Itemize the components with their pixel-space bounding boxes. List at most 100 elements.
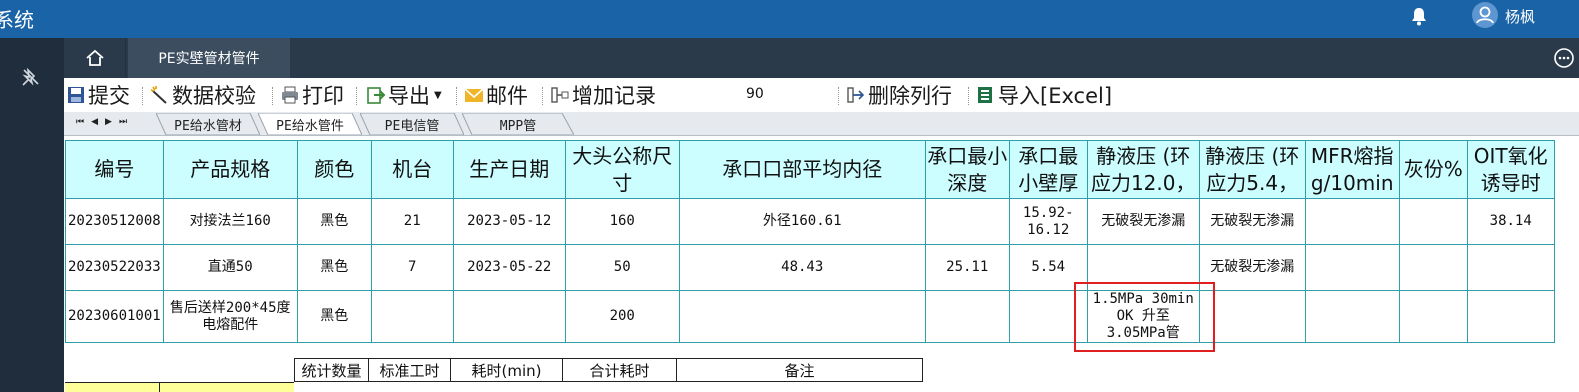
header-cell[interactable]: 承口最小壁厚 bbox=[1008, 140, 1088, 199]
table-cell[interactable]: 无破裂无渗漏 bbox=[1086, 198, 1200, 245]
sheet-nav-buttons[interactable]: ⏮◀▶⏭ bbox=[76, 117, 134, 127]
username[interactable]: 杨枫 bbox=[1505, 6, 1535, 27]
table-cell[interactable]: 售后送样200*45度电熔配件 bbox=[162, 290, 298, 343]
sheet-tab-2[interactable]: PE电信管 bbox=[360, 113, 464, 135]
table-cell[interactable]: 黑色 bbox=[296, 198, 372, 245]
add-row-icon bbox=[551, 87, 569, 103]
toolbar-divider bbox=[272, 87, 273, 105]
table-cell[interactable]: 200 bbox=[564, 290, 680, 343]
table-cell[interactable]: 160 bbox=[564, 198, 680, 245]
mail-icon bbox=[464, 88, 484, 102]
header-cell[interactable]: 承口最小深度 bbox=[924, 140, 1010, 199]
toolbar-divider bbox=[542, 87, 543, 105]
sheet-tab-3[interactable]: MPP管 bbox=[462, 113, 574, 135]
toolbar-divider bbox=[456, 87, 457, 105]
header-cell[interactable]: 颜色 bbox=[296, 140, 372, 199]
table-cell[interactable] bbox=[1398, 198, 1468, 245]
header-cell[interactable]: 静液压 (环应力12.0， bbox=[1086, 140, 1200, 199]
more-icon[interactable] bbox=[1552, 46, 1576, 70]
table-cell[interactable] bbox=[452, 290, 566, 343]
table-cell[interactable] bbox=[1398, 290, 1468, 343]
header-cell[interactable]: 静液压 (环应力5.4， bbox=[1198, 140, 1306, 199]
table-cell[interactable]: 38.14 bbox=[1466, 198, 1555, 245]
sidebar bbox=[0, 38, 64, 392]
header-cell[interactable]: 机台 bbox=[370, 140, 454, 199]
print-button[interactable]: 打印 bbox=[280, 82, 344, 108]
unpin-icon[interactable] bbox=[20, 66, 42, 88]
import-label: 导入[Excel] bbox=[998, 84, 1113, 108]
export-label: 导出 bbox=[388, 84, 430, 108]
summary-label-cell[interactable] bbox=[65, 382, 294, 392]
table-cell[interactable]: 25.11 bbox=[924, 244, 1010, 291]
table-cell[interactable]: 2023-05-12 bbox=[452, 198, 566, 245]
summary-header-cell[interactable]: 耗时(min) bbox=[450, 358, 563, 382]
table-cell[interactable] bbox=[924, 198, 1010, 245]
summary-header-cell[interactable]: 标准工时 bbox=[368, 358, 451, 382]
table-cell[interactable] bbox=[678, 290, 926, 343]
table-cell[interactable]: 2023-05-22 bbox=[452, 244, 566, 291]
table-cell[interactable]: 对接法兰160 bbox=[162, 198, 298, 245]
mail-label: 邮件 bbox=[486, 84, 528, 108]
table-cell[interactable]: 无破裂无渗漏 bbox=[1198, 198, 1306, 245]
mail-button[interactable]: 邮件 bbox=[464, 82, 528, 108]
table-cell[interactable] bbox=[1304, 290, 1400, 343]
chevron-down-icon[interactable]: ▼ bbox=[434, 90, 442, 101]
header-row: 编号 产品规格 颜色 机台 生产日期 大头公称尺寸 承口口部平均内径 承口最小深… bbox=[65, 140, 1555, 199]
header-cell[interactable]: 生产日期 bbox=[452, 140, 566, 199]
delete-row-icon bbox=[847, 87, 865, 103]
import-excel-button[interactable]: 导入[Excel] bbox=[976, 82, 1112, 108]
excel-icon bbox=[978, 87, 992, 103]
avatar[interactable] bbox=[1472, 2, 1498, 28]
table-cell[interactable]: 15.92-16.12 bbox=[1008, 198, 1088, 245]
add-record-button[interactable]: 增加记录 bbox=[550, 82, 656, 108]
table-cell[interactable]: 20230601001 bbox=[65, 290, 164, 343]
table-cell[interactable] bbox=[1304, 198, 1400, 245]
table-cell[interactable]: 黑色 bbox=[296, 244, 372, 291]
table-cell[interactable]: 48.43 bbox=[678, 244, 926, 291]
table-cell[interactable] bbox=[924, 290, 1010, 343]
table-cell[interactable]: 黑色 bbox=[296, 290, 372, 343]
header-cell[interactable]: MFR熔指g/10min bbox=[1304, 140, 1400, 199]
table-cell[interactable]: 直通50 bbox=[162, 244, 298, 291]
header-cell[interactable]: 灰份% bbox=[1398, 140, 1468, 199]
submit-button[interactable]: 提交 bbox=[66, 82, 130, 108]
user-icon bbox=[1476, 6, 1494, 24]
validate-button[interactable]: 数据校验 bbox=[150, 82, 256, 108]
table-cell[interactable]: 20230522033 bbox=[65, 244, 164, 291]
tab-home[interactable] bbox=[64, 38, 126, 78]
data-table: 编号 产品规格 颜色 机台 生产日期 大头公称尺寸 承口口部平均内径 承口最小深… bbox=[65, 140, 1555, 343]
validate-label: 数据校验 bbox=[172, 84, 256, 108]
toolbar-divider bbox=[968, 87, 969, 105]
header-cell[interactable]: 大头公称尺寸 bbox=[564, 140, 680, 199]
table-cell[interactable]: 7 bbox=[370, 244, 454, 291]
toolbar-divider bbox=[356, 87, 357, 105]
highlight-box bbox=[1074, 282, 1215, 352]
bell-icon[interactable] bbox=[1410, 6, 1428, 26]
header-cell[interactable]: 产品规格 bbox=[162, 140, 298, 199]
app-title: 系统 bbox=[0, 8, 34, 32]
sheet-tab-0[interactable]: PE给水管材 bbox=[156, 113, 260, 135]
table-cell[interactable] bbox=[370, 290, 454, 343]
header-cell[interactable]: 承口口部平均内径 bbox=[678, 140, 926, 199]
table-cell[interactable]: 20230512008 bbox=[65, 198, 164, 245]
table-cell[interactable] bbox=[1304, 244, 1400, 291]
record-count-value[interactable]: 90 bbox=[746, 86, 764, 102]
table-cell[interactable] bbox=[1398, 244, 1468, 291]
summary-header-cell[interactable]: 备注 bbox=[676, 358, 923, 382]
table-cell[interactable]: 无破裂无渗漏 bbox=[1198, 244, 1306, 291]
top-bar: 系统 杨枫 bbox=[0, 0, 1579, 38]
table-cell[interactable]: 21 bbox=[370, 198, 454, 245]
table-cell[interactable]: 外径160.61 bbox=[678, 198, 926, 245]
export-button[interactable]: 导出 ▼ bbox=[366, 82, 442, 108]
table-cell[interactable] bbox=[1198, 290, 1306, 343]
header-cell[interactable]: 编号 bbox=[65, 140, 164, 199]
table-cell[interactable]: 50 bbox=[564, 244, 680, 291]
summary-header-cell[interactable]: 统计数量 bbox=[294, 358, 369, 382]
header-cell[interactable]: OIT氧化诱导时 bbox=[1466, 140, 1555, 199]
summary-header-cell[interactable]: 合计耗时 bbox=[562, 358, 677, 382]
table-cell[interactable] bbox=[1466, 244, 1555, 291]
table-cell[interactable] bbox=[1466, 290, 1555, 343]
tab-pe-pipe[interactable]: PE实壁管材管件 bbox=[128, 38, 290, 78]
sheet-tab-1-active[interactable]: PE给水管件 bbox=[258, 113, 362, 135]
delete-row-button[interactable]: 删除列行 bbox=[846, 82, 952, 108]
